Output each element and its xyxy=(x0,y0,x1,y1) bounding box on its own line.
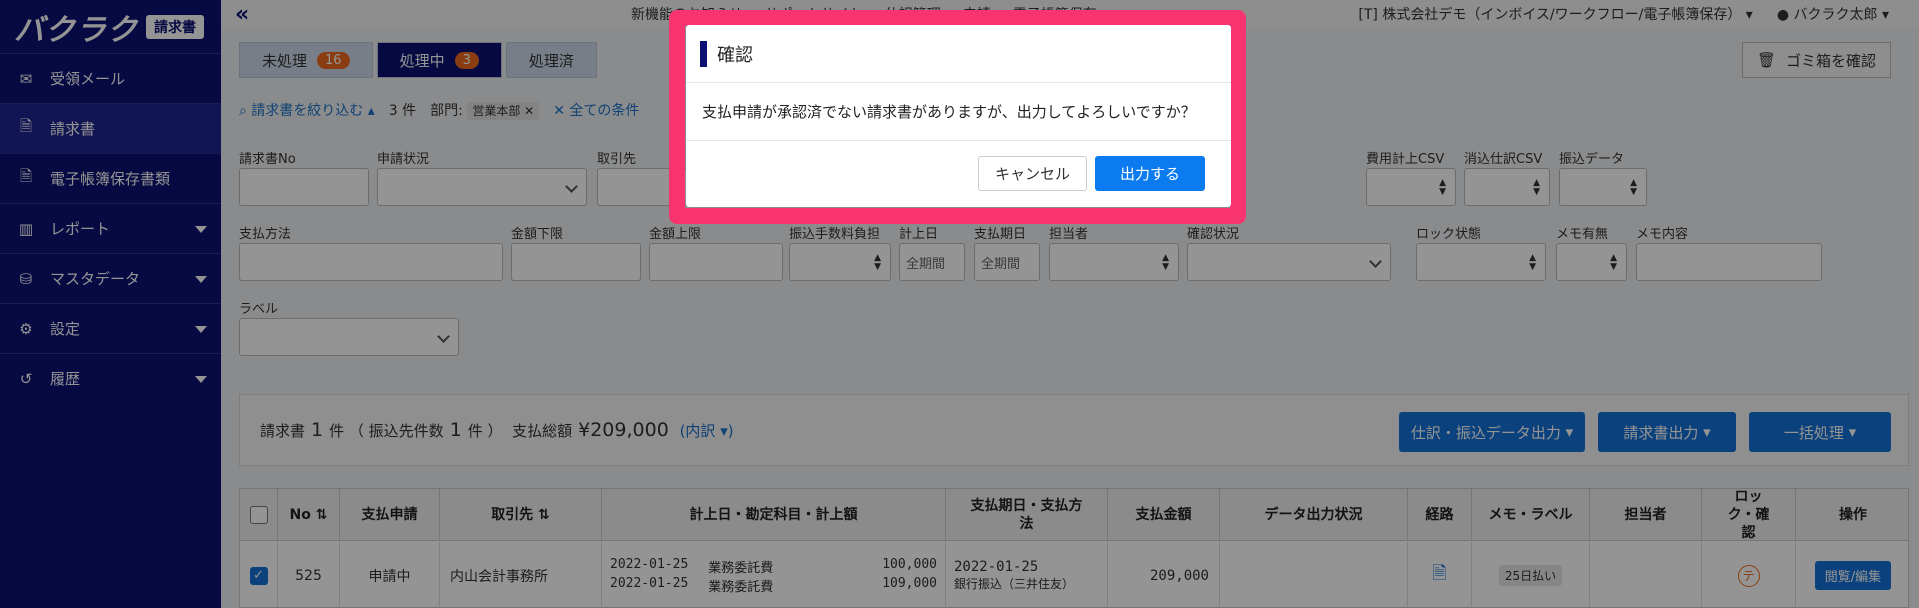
app-root: バクラク 請求書 ✉ 受領メール 🗎 請求書 🗎 電子帳簿保存書類 ▥ レポート ⛁ マスタデータ… xyxy=(0,0,1919,608)
confirm-export-button[interactable]: 出力する xyxy=(1094,156,1205,191)
dialog-title: 確認 xyxy=(717,44,753,66)
dialog-message: 支払申請が承認済でない請求書がありますが、出力してよろしいですか？ xyxy=(686,83,1231,141)
confirm-dialog: 確認 支払申請が承認済でない請求書がありますが、出力してよろしいですか？ キャン… xyxy=(686,25,1231,207)
dialog-header: 確認 xyxy=(686,25,1231,83)
title-accent-bar xyxy=(700,40,707,67)
dialog-footer: キャンセル 出力する xyxy=(977,156,1205,191)
cancel-button[interactable]: キャンセル xyxy=(977,156,1087,191)
